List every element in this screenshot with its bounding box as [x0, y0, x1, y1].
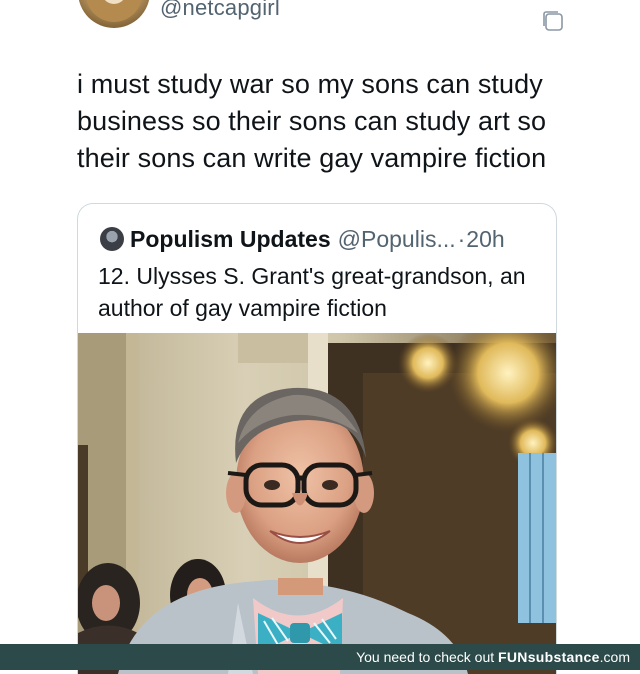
photo-of-man-with-glasses-and-bow-tie-icon: [78, 333, 556, 674]
dot-separator: ·: [457, 225, 466, 252]
quoted-tweet-photo[interactable]: [78, 333, 556, 674]
quoted-tweet-card[interactable]: Populism Updates @Populis... · 20h 12. U…: [77, 203, 557, 674]
avatar-portrait: [86, 0, 142, 22]
watermark-prefix: You need to check out: [356, 649, 499, 665]
author-avatar[interactable]: [78, 0, 150, 28]
tweet-text: i must study war so my sons can study bu…: [77, 69, 547, 173]
watermark-brand[interactable]: FUNsubstance: [498, 649, 600, 665]
quoted-author-handle[interactable]: @Populis...: [338, 226, 456, 253]
quoted-tweet-time[interactable]: 20h: [466, 226, 504, 253]
watermark-suffix: .com: [599, 649, 630, 665]
watermark-text: You need to check out FUNsubstance.com: [356, 649, 630, 665]
watermark-bar: You need to check out FUNsubstance.com: [0, 644, 640, 670]
author-handle[interactable]: @netcapgirl: [160, 0, 280, 21]
copy-icon[interactable]: [540, 8, 566, 34]
quoted-tweet-text: 12. Ulysses S. Grant's great-grandson, a…: [98, 263, 526, 321]
quoted-author-avatar-icon[interactable]: [100, 227, 124, 251]
quoted-tweet-header: Populism Updates @Populis... · 20h: [100, 224, 505, 254]
quoted-author-name[interactable]: Populism Updates: [130, 226, 331, 253]
